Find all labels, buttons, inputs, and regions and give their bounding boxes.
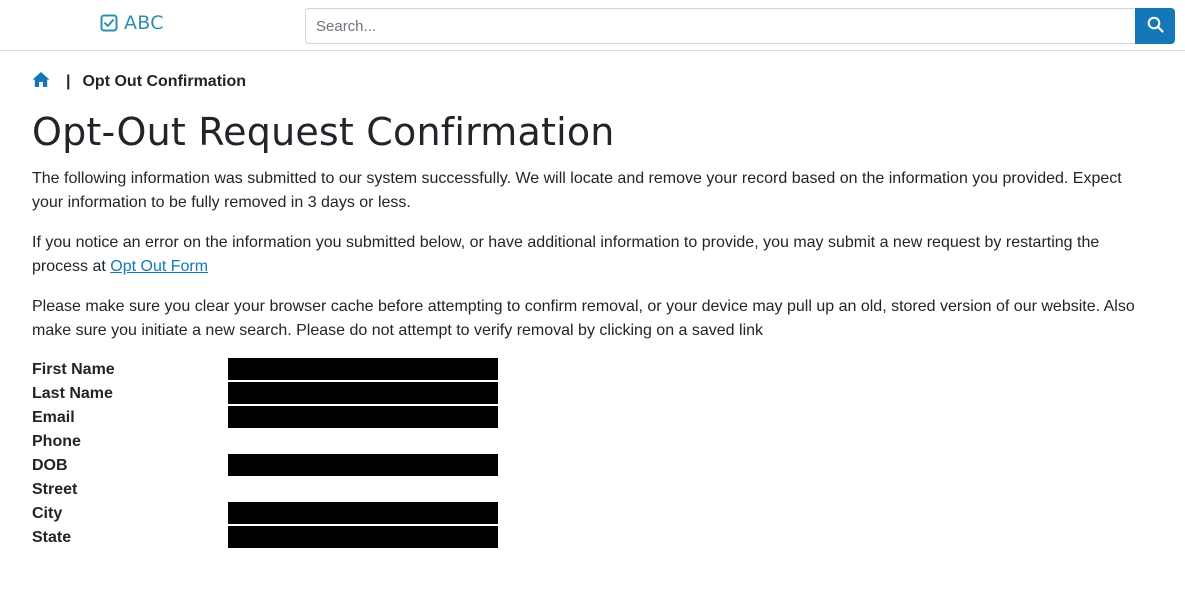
redacted-value	[228, 454, 498, 476]
submitted-info-table: First Name Last Name Email Phone DOB Street Ci…	[32, 358, 502, 550]
intro-paragraph: The following information was submitted …	[32, 170, 1122, 211]
info-row: City	[32, 502, 502, 526]
info-row: Street	[32, 478, 502, 502]
redacted-value	[228, 526, 498, 548]
breadcrumb: | Opt Out Confirmation	[32, 72, 246, 92]
search-icon	[1147, 16, 1164, 36]
home-icon[interactable]	[32, 71, 50, 93]
breadcrumb-separator: |	[66, 73, 71, 90]
info-row: State	[32, 526, 502, 550]
logo-text: ABC	[124, 12, 164, 34]
info-label: Last Name	[32, 385, 113, 402]
top-header: ABC	[0, 0, 1185, 51]
info-label: Email	[32, 409, 75, 426]
error-notice-paragraph: If you notice an error on the informatio…	[32, 231, 1157, 279]
site-logo[interactable]: ABC	[100, 12, 164, 34]
search-input[interactable]	[305, 8, 1135, 44]
search-bar	[305, 8, 1175, 44]
redacted-value	[228, 406, 498, 428]
info-label: State	[32, 529, 72, 546]
redacted-value	[228, 502, 498, 524]
breadcrumb-current: Opt Out Confirmation	[82, 73, 247, 90]
info-label: City	[32, 505, 63, 522]
info-row: First Name	[32, 358, 502, 382]
page-title: Opt-Out Request Confirmation	[32, 110, 615, 154]
checkbox-icon	[100, 14, 118, 32]
info-label: First Name	[32, 361, 115, 378]
info-row: Phone	[32, 430, 502, 454]
info-label: Phone	[32, 433, 81, 450]
redacted-value	[228, 382, 498, 404]
opt-out-form-link[interactable]: Opt Out Form	[110, 258, 208, 275]
redacted-value	[228, 358, 498, 380]
info-label: Street	[32, 481, 78, 498]
info-row: Email	[32, 406, 502, 430]
cache-notice-paragraph: Please make sure you clear your browser …	[32, 298, 1135, 339]
search-button[interactable]	[1135, 8, 1175, 44]
info-row: DOB	[32, 454, 502, 478]
info-label: DOB	[32, 457, 68, 474]
info-row: Last Name	[32, 382, 502, 406]
